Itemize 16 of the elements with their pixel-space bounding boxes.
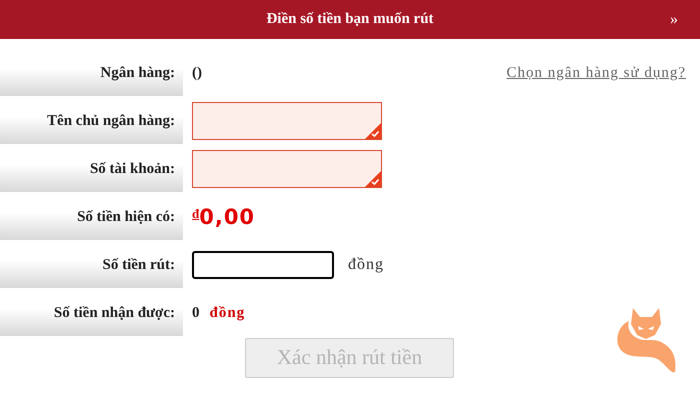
bank-value: () (192, 64, 202, 83)
fox-icon (615, 308, 677, 375)
header-title: Điền số tiền bạn muốn rút (266, 10, 434, 30)
currency-symbol: đ (192, 206, 200, 220)
input-field[interactable] (192, 150, 382, 188)
unit-text: đồng (348, 255, 384, 275)
expand-button[interactable]: » (670, 8, 678, 32)
balance-value: 0,00 (199, 206, 256, 228)
received-value: 0 (192, 304, 200, 323)
input-field[interactable] (192, 102, 382, 140)
check-icon (365, 171, 381, 187)
unit-text: đồng (210, 304, 246, 323)
amount-field[interactable] (192, 251, 334, 279)
confirm-withdraw-button: Xác nhận rút tiền (245, 338, 454, 378)
choose-bank-link[interactable]: Chọn ngân hàng sử dụng? (506, 62, 686, 84)
check-icon (365, 123, 381, 139)
